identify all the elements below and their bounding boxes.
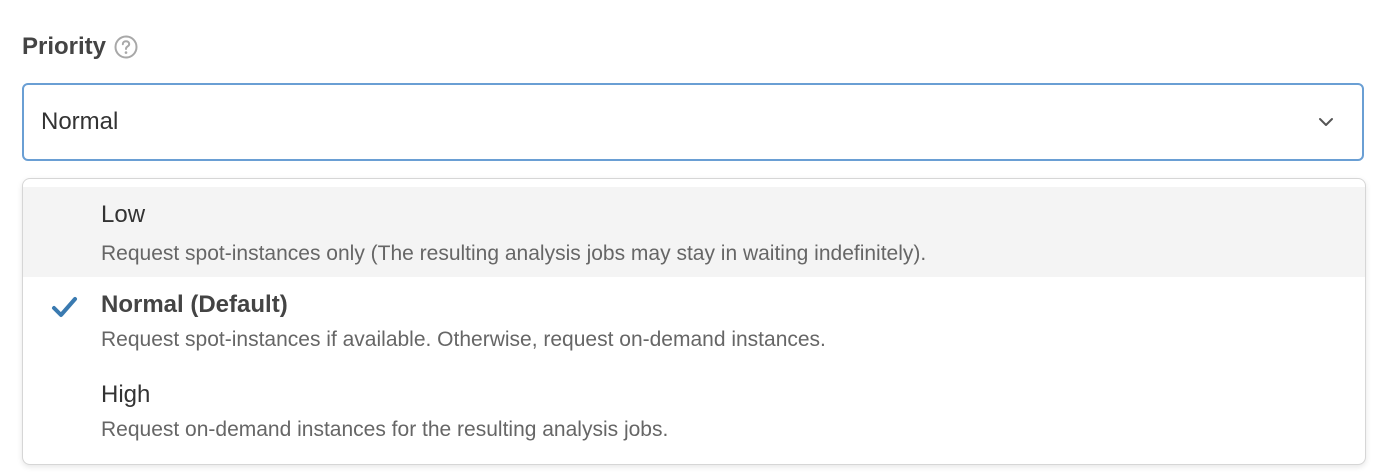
option-normal[interactable]: Normal (Default) Request spot-instances … [23,277,1365,367]
priority-field-label: Priority [22,30,138,64]
priority-dropdown-menu: Low Request spot-instances only (The res… [22,178,1366,465]
option-high-description: Request on-demand instances for the resu… [101,418,669,441]
option-low-title: Low [101,201,146,228]
priority-label: Priority [22,33,107,60]
option-high[interactable]: High Request on-demand instances for the… [23,367,1365,457]
option-high-title: High [101,381,151,408]
option-normal-title: Normal (Default) [101,291,288,318]
chevron-down-icon[interactable] [1316,112,1336,132]
option-normal-description: Request spot-instances if available. Oth… [101,328,826,351]
checkmark-icon [51,295,79,319]
priority-select[interactable]: Normal [22,83,1364,161]
question-circle-icon[interactable] [114,35,138,59]
option-low[interactable]: Low Request spot-instances only (The res… [23,187,1365,277]
option-low-description: Request spot-instances only (The resulti… [101,242,927,265]
priority-select-value: Normal [41,108,119,135]
